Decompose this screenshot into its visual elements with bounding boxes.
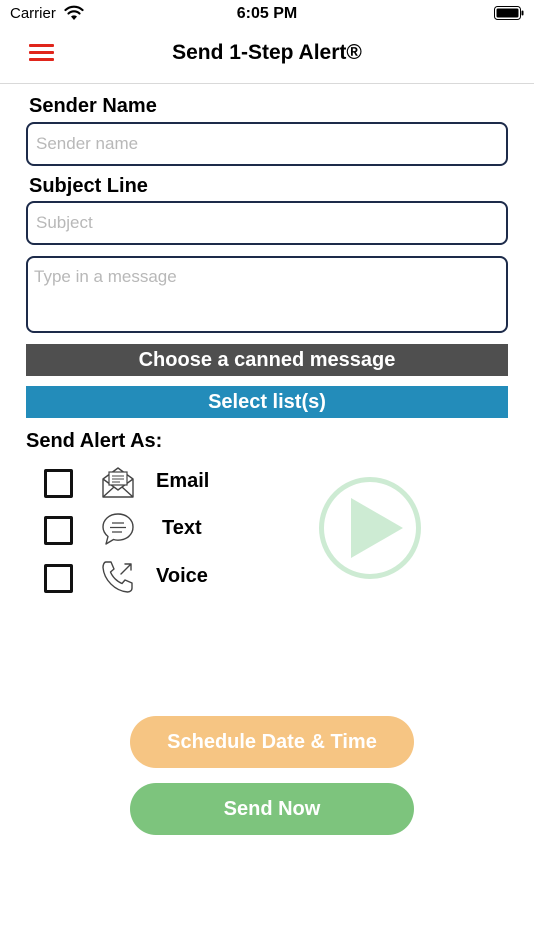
schedule-date-time-button[interactable]: Schedule Date & Time xyxy=(130,716,414,768)
voice-option-label: Voice xyxy=(156,565,208,587)
send-alert-as-label: Send Alert As: xyxy=(26,430,163,452)
text-option-label: Text xyxy=(162,517,202,539)
send-now-button[interactable]: Send Now xyxy=(130,783,414,835)
subject-line-label: Subject Line xyxy=(29,175,148,197)
envelope-icon xyxy=(102,467,134,498)
choose-canned-message-button[interactable]: Choose a canned message xyxy=(26,344,508,376)
email-option: Email xyxy=(0,464,260,504)
text-option: Text xyxy=(0,511,260,551)
status-bar: Carrier 6:05 PM xyxy=(0,0,534,28)
page-title: Send 1-Step Alert® xyxy=(172,41,362,64)
message-textarea[interactable] xyxy=(26,256,508,333)
sender-name-input[interactable] xyxy=(26,122,508,166)
subject-input[interactable] xyxy=(26,201,508,245)
play-icon[interactable] xyxy=(318,476,422,580)
text-checkbox[interactable] xyxy=(44,516,73,545)
email-checkbox[interactable] xyxy=(44,469,73,498)
select-lists-button[interactable]: Select list(s) xyxy=(26,386,508,418)
email-option-label: Email xyxy=(156,470,210,492)
clock: 6:05 PM xyxy=(236,5,298,22)
sender-name-label: Sender Name xyxy=(29,95,157,117)
phone-icon xyxy=(102,561,133,593)
voice-checkbox[interactable] xyxy=(44,564,73,593)
voice-option: Voice xyxy=(0,559,260,599)
navigation-bar: Send 1-Step Alert® xyxy=(0,28,534,84)
chat-bubble-icon xyxy=(102,513,134,545)
battery-icon xyxy=(494,6,524,20)
